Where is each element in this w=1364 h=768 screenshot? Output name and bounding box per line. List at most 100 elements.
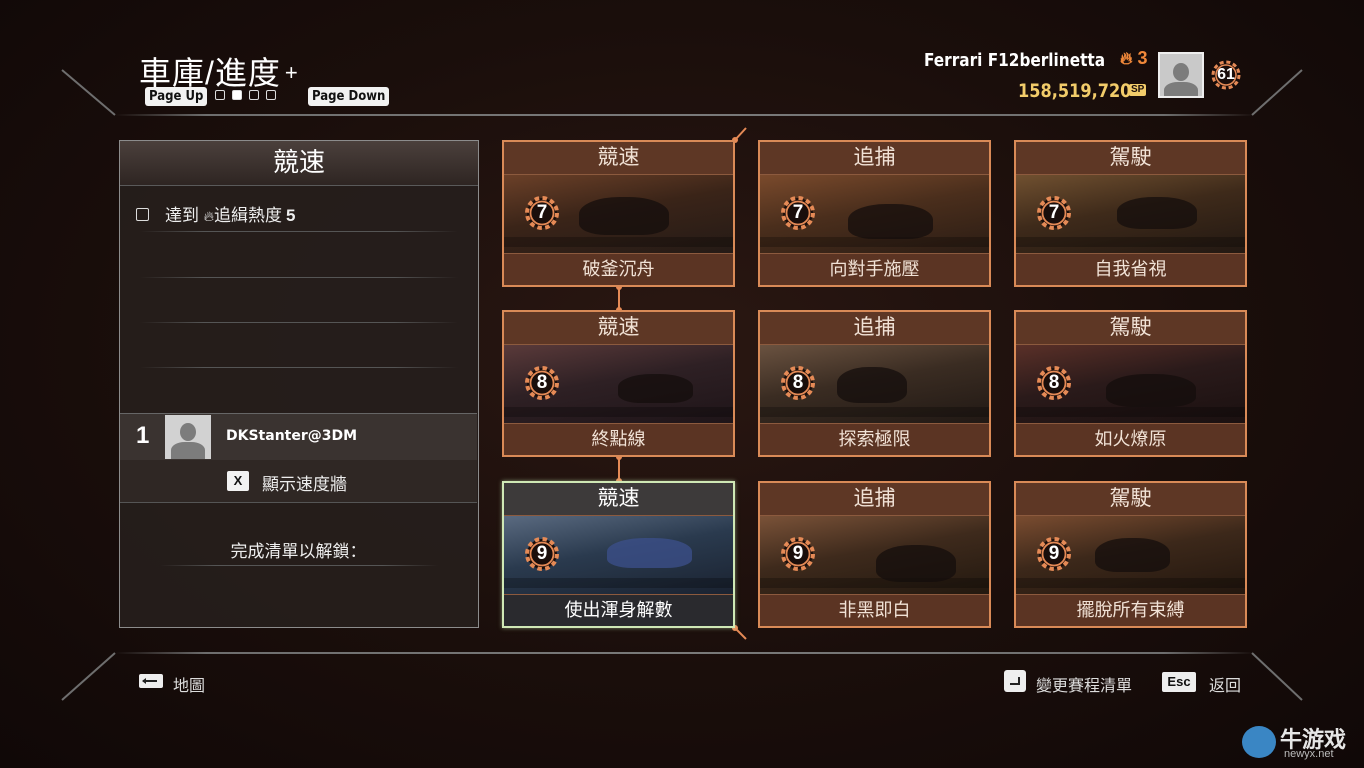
event-category: 駕駛 xyxy=(1016,312,1245,345)
divider xyxy=(140,231,458,232)
event-title: 向對手施壓 xyxy=(760,253,989,285)
event-title: 終點線 xyxy=(504,423,733,455)
event-image: 7 xyxy=(1016,175,1245,255)
event-card[interactable]: 駕駛 9 擺脫所有束縛 xyxy=(1014,481,1247,628)
car-silhouette xyxy=(837,367,907,403)
mascot-icon xyxy=(1242,726,1276,758)
player-avatar[interactable] xyxy=(1158,52,1204,98)
checkbox xyxy=(136,208,149,222)
road-stripe xyxy=(504,237,733,247)
level-badge: 9 xyxy=(778,534,818,574)
page-dot-active[interactable] xyxy=(232,90,242,100)
road-stripe xyxy=(1016,237,1245,247)
esc-key-icon[interactable]: Esc xyxy=(1162,672,1196,692)
event-title: 如火燎原 xyxy=(1016,423,1245,455)
title-plus: + xyxy=(284,60,299,85)
level-badge: 8 xyxy=(522,363,562,403)
enter-key-icon[interactable] xyxy=(1004,670,1026,692)
show-speedwall-button[interactable]: X 顯示速度牆 xyxy=(120,460,477,503)
event-category: 追捕 xyxy=(760,142,989,175)
event-card[interactable]: 競速 9 使出渾身解數 xyxy=(502,481,735,628)
event-card[interactable]: 追捕 9 非黑即白 xyxy=(758,481,991,628)
speedwall-label: 顯示速度牆 xyxy=(262,475,347,494)
car-name: Ferrari F12berlinetta xyxy=(923,50,1105,71)
panel-title: 競速 xyxy=(120,141,478,186)
level-badge: 61 xyxy=(1209,58,1243,92)
event-category: 競速 xyxy=(504,312,733,345)
level-badge: 9 xyxy=(522,534,562,574)
event-image: 9 xyxy=(1016,516,1245,596)
event-card[interactable]: 追捕 8 探索極限 xyxy=(758,310,991,457)
car-silhouette xyxy=(1106,374,1196,407)
map-key-icon[interactable] xyxy=(139,674,163,688)
map-label[interactable]: 地圖 xyxy=(173,672,205,696)
car-silhouette xyxy=(618,374,693,403)
objective-task: 達到 🔥︎追緝熱度 5 xyxy=(136,201,295,226)
road-stripe xyxy=(504,407,733,417)
heat-level: 🔥︎ 3 xyxy=(1120,48,1148,68)
road-stripe xyxy=(504,578,733,588)
leaderboard-row[interactable]: 1 DKStanter@3DM xyxy=(120,413,477,461)
divider xyxy=(140,367,458,368)
flame-icon: 🔥︎ xyxy=(203,208,215,224)
flame-icon: 🔥︎ xyxy=(1120,49,1133,68)
objective-panel: 競速 達到 🔥︎追緝熱度 5 1 DKStanter@3DM X 顯示速度牆 完成… xyxy=(119,140,479,628)
divider xyxy=(160,565,438,566)
car-silhouette xyxy=(1117,197,1197,229)
car-silhouette xyxy=(579,197,669,235)
event-title: 使出渾身解數 xyxy=(504,594,733,626)
page-up-key[interactable]: Page Up xyxy=(145,87,208,106)
event-card[interactable]: 駕駛 8 如火燎原 xyxy=(1014,310,1247,457)
page-dot[interactable] xyxy=(249,90,259,100)
level-badge: 9 xyxy=(1034,534,1074,574)
car-silhouette xyxy=(848,204,933,239)
event-title: 破釜沉舟 xyxy=(504,253,733,285)
event-card[interactable]: 追捕 7 向對手施壓 xyxy=(758,140,991,287)
back-label[interactable]: 返回 xyxy=(1209,672,1241,696)
event-title: 探索極限 xyxy=(760,423,989,455)
page-down-key[interactable]: Page Down xyxy=(308,87,390,106)
event-image: 7 xyxy=(504,175,733,255)
event-title: 非黑即白 xyxy=(760,594,989,626)
bottom-frame-line xyxy=(115,652,1255,654)
page-dot[interactable] xyxy=(266,90,276,100)
event-card[interactable]: 駕駛 7 自我省視 xyxy=(1014,140,1247,287)
top-frame-line xyxy=(115,114,1255,116)
event-image: 9 xyxy=(760,516,989,596)
divider xyxy=(140,277,458,278)
x-key: X xyxy=(227,471,249,491)
event-image: 8 xyxy=(760,345,989,425)
level-badge: 7 xyxy=(522,193,562,233)
event-image: 9 xyxy=(504,516,733,596)
event-title: 自我省視 xyxy=(1016,253,1245,285)
event-image: 7 xyxy=(760,175,989,255)
rank-number: 1 xyxy=(136,422,150,449)
car-silhouette xyxy=(876,545,956,582)
event-image: 8 xyxy=(504,345,733,425)
divider xyxy=(140,322,458,323)
car-silhouette xyxy=(1095,538,1170,572)
road-stripe xyxy=(760,407,989,417)
road-stripe xyxy=(760,578,989,588)
level-badge: 7 xyxy=(778,193,818,233)
page-dot[interactable] xyxy=(215,90,225,100)
event-category: 駕駛 xyxy=(1016,142,1245,175)
change-list-label[interactable]: 變更賽程清單 xyxy=(1036,672,1132,696)
road-stripe xyxy=(1016,407,1245,417)
page-indicator xyxy=(215,90,276,100)
car-silhouette xyxy=(607,538,692,568)
sp-currency-icon: SP xyxy=(1129,84,1147,96)
event-card[interactable]: 競速 8 終點線 xyxy=(502,310,735,457)
event-category: 競速 xyxy=(504,483,733,516)
event-category: 追捕 xyxy=(760,483,989,516)
level-badge: 8 xyxy=(778,363,818,403)
money-amount: 158,519,720 xyxy=(1017,80,1131,102)
level-badge: 8 xyxy=(1034,363,1074,403)
event-category: 追捕 xyxy=(760,312,989,345)
event-category: 競速 xyxy=(504,142,733,175)
event-card[interactable]: 競速 7 破釜沉舟 xyxy=(502,140,735,287)
unlock-text: 完成清單以解鎖： xyxy=(230,542,367,561)
player-name: DKStanter@3DM xyxy=(226,428,358,444)
event-title: 擺脫所有束縛 xyxy=(1016,594,1245,626)
event-category: 駕駛 xyxy=(1016,483,1245,516)
